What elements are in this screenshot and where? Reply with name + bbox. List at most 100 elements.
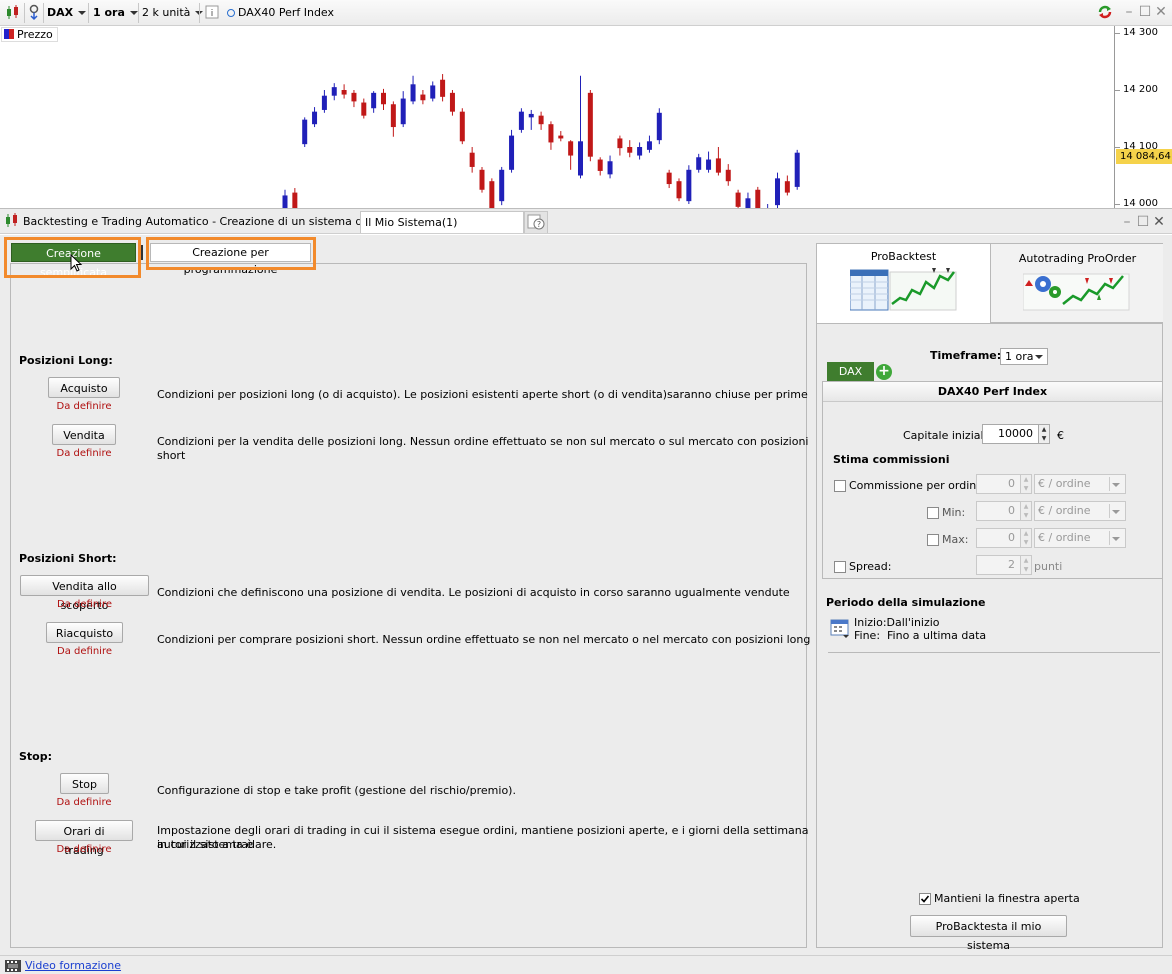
candle-body xyxy=(371,92,377,109)
candle-body xyxy=(528,113,534,118)
min-commission-checkbox[interactable] xyxy=(927,507,939,519)
sell-button[interactable]: Vendita xyxy=(52,424,116,445)
candle-body xyxy=(627,147,633,153)
candle-body xyxy=(568,141,574,156)
info-icon[interactable]: i xyxy=(205,3,219,23)
candle-body xyxy=(400,98,406,125)
capital-input[interactable]: 10000 xyxy=(982,424,1040,444)
autotrading-gears-icon xyxy=(1023,273,1130,311)
candle-body xyxy=(351,92,357,102)
status-bar: Video formazione xyxy=(0,955,1172,974)
commission-per-order-stepper[interactable]: ▲ ▼ xyxy=(1020,474,1032,494)
candle-body xyxy=(607,161,613,175)
candle-body xyxy=(646,141,652,150)
help-icon[interactable]: ? xyxy=(524,211,548,233)
candle-body xyxy=(656,112,662,141)
stop-button[interactable]: Stop xyxy=(60,773,109,794)
candlestick-series xyxy=(282,74,800,208)
candle-body xyxy=(361,102,367,116)
backtest-panel-title[interactable]: Backtesting e Trading Automatico - Creaz… xyxy=(4,211,408,233)
candle-body xyxy=(745,198,751,208)
max-commission-unit-select[interactable]: € / ordine xyxy=(1034,528,1126,548)
candle-body xyxy=(538,115,544,125)
price-chart[interactable]: Prezzo 14 300 14 200 14 100 14 000 14 08… xyxy=(0,26,1172,208)
price-swatch-icon xyxy=(4,29,14,39)
candle-body xyxy=(390,104,396,128)
trading-hours-button[interactable]: Orari di trading xyxy=(35,820,133,857)
minimize-icon[interactable]: – xyxy=(1122,5,1136,19)
commission-per-order-unit-select[interactable]: € / ordine xyxy=(1034,474,1126,494)
candle-body xyxy=(696,157,702,170)
buy-button[interactable]: Acquisto xyxy=(48,377,120,398)
candle-body xyxy=(489,181,495,208)
candlestick-icon[interactable] xyxy=(4,3,22,23)
max-commission-checkbox[interactable] xyxy=(927,534,939,546)
candle-body xyxy=(518,111,524,130)
timeframe-select[interactable]: 1 ora xyxy=(1000,348,1048,365)
candle-body xyxy=(479,169,485,190)
y-tick-label: 14 300 xyxy=(1123,27,1158,38)
tab-autotrading-proorder[interactable]: Autotrading ProOrder xyxy=(990,244,1163,323)
svg-text:i: i xyxy=(211,9,214,19)
candle-body xyxy=(784,181,790,193)
candle-body xyxy=(509,135,515,170)
candle-body xyxy=(558,135,564,139)
link-icon[interactable] xyxy=(27,3,41,23)
buy-status: Da definire xyxy=(56,401,112,412)
run-backtest-button[interactable]: ProBacktesta il mio sistema xyxy=(910,915,1067,952)
long-section-title: Posizioni Long: xyxy=(19,354,113,367)
candle-body xyxy=(706,159,712,170)
candle-body xyxy=(775,178,780,206)
highlight-box xyxy=(146,237,316,270)
max-commission-stepper[interactable]: ▲ ▼ xyxy=(1020,528,1032,548)
short-section-title: Posizioni Short: xyxy=(19,552,117,565)
calendar-icon[interactable] xyxy=(830,617,850,639)
candle-body xyxy=(735,192,741,207)
close-icon[interactable]: ✕ xyxy=(1154,5,1168,19)
panel-close-icon[interactable]: ✕ xyxy=(1152,215,1166,229)
candle-body xyxy=(410,84,416,102)
tab-instrument-dax[interactable]: DAX xyxy=(827,362,874,381)
max-commission-input[interactable]: 0 xyxy=(976,528,1022,548)
min-commission-input[interactable]: 0 xyxy=(976,501,1022,521)
backtest-settings: ProBacktest Autotrading ProOrder Timefra… xyxy=(812,235,1172,955)
candle-body xyxy=(449,92,455,112)
min-commission-stepper[interactable]: ▲ ▼ xyxy=(1020,501,1032,521)
panel-maximize-icon[interactable]: ☐ xyxy=(1136,215,1150,229)
candle-body xyxy=(321,95,327,110)
candle-body xyxy=(302,119,308,145)
candle-body xyxy=(597,159,603,171)
short-sell-button[interactable]: Vendita allo scoperto xyxy=(20,575,149,612)
symbol-dropdown[interactable]: DAX xyxy=(47,3,87,23)
video-training-link[interactable]: Video formazione xyxy=(25,959,121,972)
tab-probacktest[interactable]: ProBacktest xyxy=(817,244,990,323)
units-dropdown[interactable]: 2 k unità xyxy=(142,3,204,23)
y-tick-label: 14 200 xyxy=(1123,84,1158,95)
stop-status: Da definire xyxy=(56,797,112,808)
timeframe-dropdown[interactable]: 1 ora xyxy=(93,3,138,23)
spread-stepper[interactable]: ▲ ▼ xyxy=(1020,555,1032,575)
commission-per-order-input[interactable]: 0 xyxy=(976,474,1022,494)
circle-icon xyxy=(227,9,235,17)
film-icon xyxy=(5,960,21,972)
keep-window-open-checkbox[interactable] xyxy=(919,893,931,905)
commission-per-order-checkbox[interactable] xyxy=(834,480,846,492)
candle-body xyxy=(676,181,682,199)
short-sell-description: Condizioni che definiscono una posizione… xyxy=(157,586,790,599)
spread-checkbox[interactable] xyxy=(834,561,846,573)
instrument-settings: DAX40 Perf Index Capitale iniziale : 100… xyxy=(822,381,1163,579)
candle-body xyxy=(420,94,426,101)
buy-to-cover-button[interactable]: Riacquisto xyxy=(46,622,123,643)
maximize-icon[interactable]: ☐ xyxy=(1138,5,1152,19)
tab-my-system[interactable]: Il Mio Sistema(1) xyxy=(360,211,524,233)
panel-minimize-icon[interactable]: – xyxy=(1120,215,1134,229)
candle-body xyxy=(430,85,436,99)
capital-stepper[interactable]: ▲ ▼ xyxy=(1038,424,1050,444)
stop-description: Configurazione di stop e take profit (ge… xyxy=(157,784,516,797)
candle-body xyxy=(469,152,475,167)
add-instrument-icon[interactable]: + xyxy=(876,364,892,380)
min-commission-unit-select[interactable]: € / ordine xyxy=(1034,501,1126,521)
spread-input[interactable]: 2 xyxy=(976,555,1022,575)
refresh-icon[interactable] xyxy=(1096,3,1114,23)
simulation-start: Inizio:Dall'inizio xyxy=(854,616,940,629)
